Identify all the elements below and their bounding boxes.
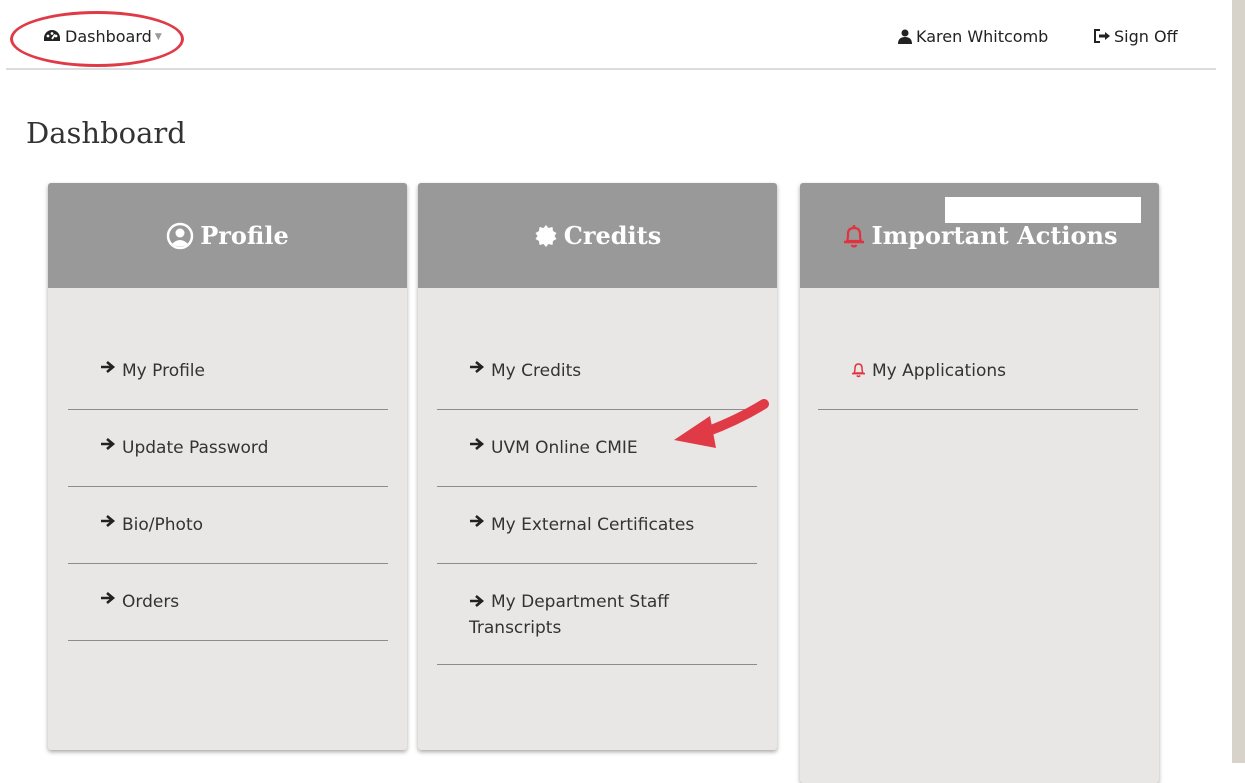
profile-items: My Profile Update Password Bio/Photo Ord… (68, 333, 388, 641)
credits-card: Credits My Credits UVM Online CMIE My Ex… (418, 183, 777, 750)
arrow-right-icon (470, 438, 485, 450)
profile-card: Profile My Profile Update Password Bio/P… (48, 183, 407, 750)
arrow-right-icon (101, 438, 116, 450)
link-orders[interactable]: Orders (68, 564, 388, 641)
link-label: My Applications (872, 361, 1006, 381)
link-label: UVM Online CMIE (491, 438, 638, 458)
link-bio-photo[interactable]: Bio/Photo (68, 487, 388, 564)
profile-icon (166, 222, 194, 249)
bell-icon (852, 363, 865, 378)
user-menu[interactable]: Karen Whitcomb (898, 24, 1048, 48)
link-my-external-certificates[interactable]: My External Certificates (437, 487, 757, 564)
arrow-right-icon (470, 361, 485, 373)
dashboard-menu-label: Dashboard (65, 26, 152, 46)
link-update-password[interactable]: Update Password (68, 410, 388, 487)
important-actions-card: Important Actions My Applications (800, 183, 1159, 783)
arrow-right-icon (101, 361, 116, 373)
link-label: Orders (122, 592, 180, 612)
profile-card-header: Profile (48, 183, 407, 288)
user-name: Karen Whitcomb (916, 26, 1049, 46)
link-my-applications[interactable]: My Applications (818, 333, 1138, 410)
sign-off-link[interactable]: Sign Off (1094, 24, 1178, 48)
bell-icon (843, 223, 864, 248)
dashboard-menu[interactable]: Dashboard ▼ (42, 24, 162, 48)
link-uvm-online-cmie[interactable]: UVM Online CMIE (437, 410, 757, 487)
credits-card-title: Credits (563, 221, 662, 250)
link-label: Update Password (122, 438, 269, 458)
redaction-box (945, 197, 1141, 223)
link-my-profile[interactable]: My Profile (68, 333, 388, 410)
credits-items: My Credits UVM Online CMIE My External C… (437, 333, 757, 665)
arrow-right-icon (101, 592, 116, 604)
dashboard-icon (44, 30, 60, 41)
link-label: Bio/Photo (122, 515, 204, 535)
link-label: My Credits (491, 361, 582, 381)
arrow-right-icon (101, 515, 116, 527)
credits-card-header: Credits (418, 183, 777, 288)
user-icon (898, 29, 912, 44)
link-label: My Profile (122, 361, 205, 381)
page-title: Dashboard (26, 116, 186, 150)
important-actions-items: My Applications (818, 333, 1138, 410)
sign-off-icon (1094, 29, 1110, 43)
link-label: My External Certificates (491, 515, 695, 535)
page-scrollbar[interactable] (1232, 0, 1245, 763)
profile-card-title: Profile (200, 221, 289, 250)
sign-off-label: Sign Off (1114, 26, 1178, 46)
chevron-down-icon: ▼ (154, 32, 162, 42)
arrow-right-icon (470, 595, 485, 607)
link-my-department-staff-transcripts[interactable]: My Department Staff Transcripts (437, 564, 757, 665)
arrow-right-icon (470, 515, 485, 527)
important-actions-card-title: Important Actions (871, 221, 1118, 250)
credits-badge-icon (535, 224, 557, 247)
link-label: My Department Staff Transcripts (469, 592, 669, 638)
link-my-credits[interactable]: My Credits (437, 333, 757, 410)
